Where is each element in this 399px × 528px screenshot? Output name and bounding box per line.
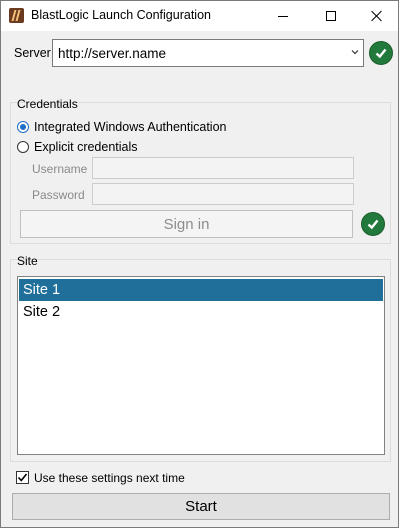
close-button[interactable] (353, 1, 399, 31)
minimize-button[interactable] (260, 1, 306, 31)
server-value: http://server.name (58, 46, 167, 61)
username-field[interactable] (92, 157, 354, 179)
server-combobox[interactable]: http://server.name (52, 39, 364, 67)
launch-configuration-window: BlastLogic Launch Configuration Server h… (0, 0, 399, 528)
remember-settings-label[interactable]: Use these settings next time (34, 471, 185, 485)
remember-settings-checkbox[interactable] (16, 471, 29, 484)
sign-in-status-check-icon (361, 212, 385, 236)
maximize-button[interactable] (308, 1, 354, 31)
window-title: BlastLogic Launch Configuration (31, 8, 211, 22)
server-status-check-icon (369, 41, 393, 65)
credentials-caption: Credentials (17, 97, 78, 111)
chevron-down-icon[interactable] (351, 48, 359, 56)
site-list-item[interactable]: Site 2 (19, 301, 383, 323)
title-bar[interactable]: BlastLogic Launch Configuration (1, 1, 398, 31)
blastlogic-app-icon (9, 8, 24, 23)
checkmark-icon (17, 473, 28, 482)
site-list-item[interactable]: Site 1 (19, 279, 383, 301)
sign-in-button[interactable]: Sign in (20, 210, 353, 238)
password-field[interactable] (92, 183, 354, 205)
check-icon (375, 48, 387, 59)
minimize-icon (278, 15, 288, 17)
start-button[interactable]: Start (12, 493, 390, 520)
explicit-credentials-radio[interactable] (17, 141, 29, 153)
explicit-credentials-label[interactable]: Explicit credentials (34, 140, 138, 154)
maximize-icon (326, 11, 336, 21)
site-caption: Site (17, 254, 38, 268)
password-label: Password (32, 188, 85, 202)
site-list[interactable]: Site 1 Site 2 (17, 276, 385, 455)
integrated-auth-radio[interactable] (17, 121, 29, 133)
username-label: Username (32, 162, 88, 176)
check-icon (367, 219, 379, 230)
close-icon (370, 10, 382, 22)
integrated-auth-label[interactable]: Integrated Windows Authentication (34, 120, 226, 134)
server-label: Server (14, 46, 51, 60)
